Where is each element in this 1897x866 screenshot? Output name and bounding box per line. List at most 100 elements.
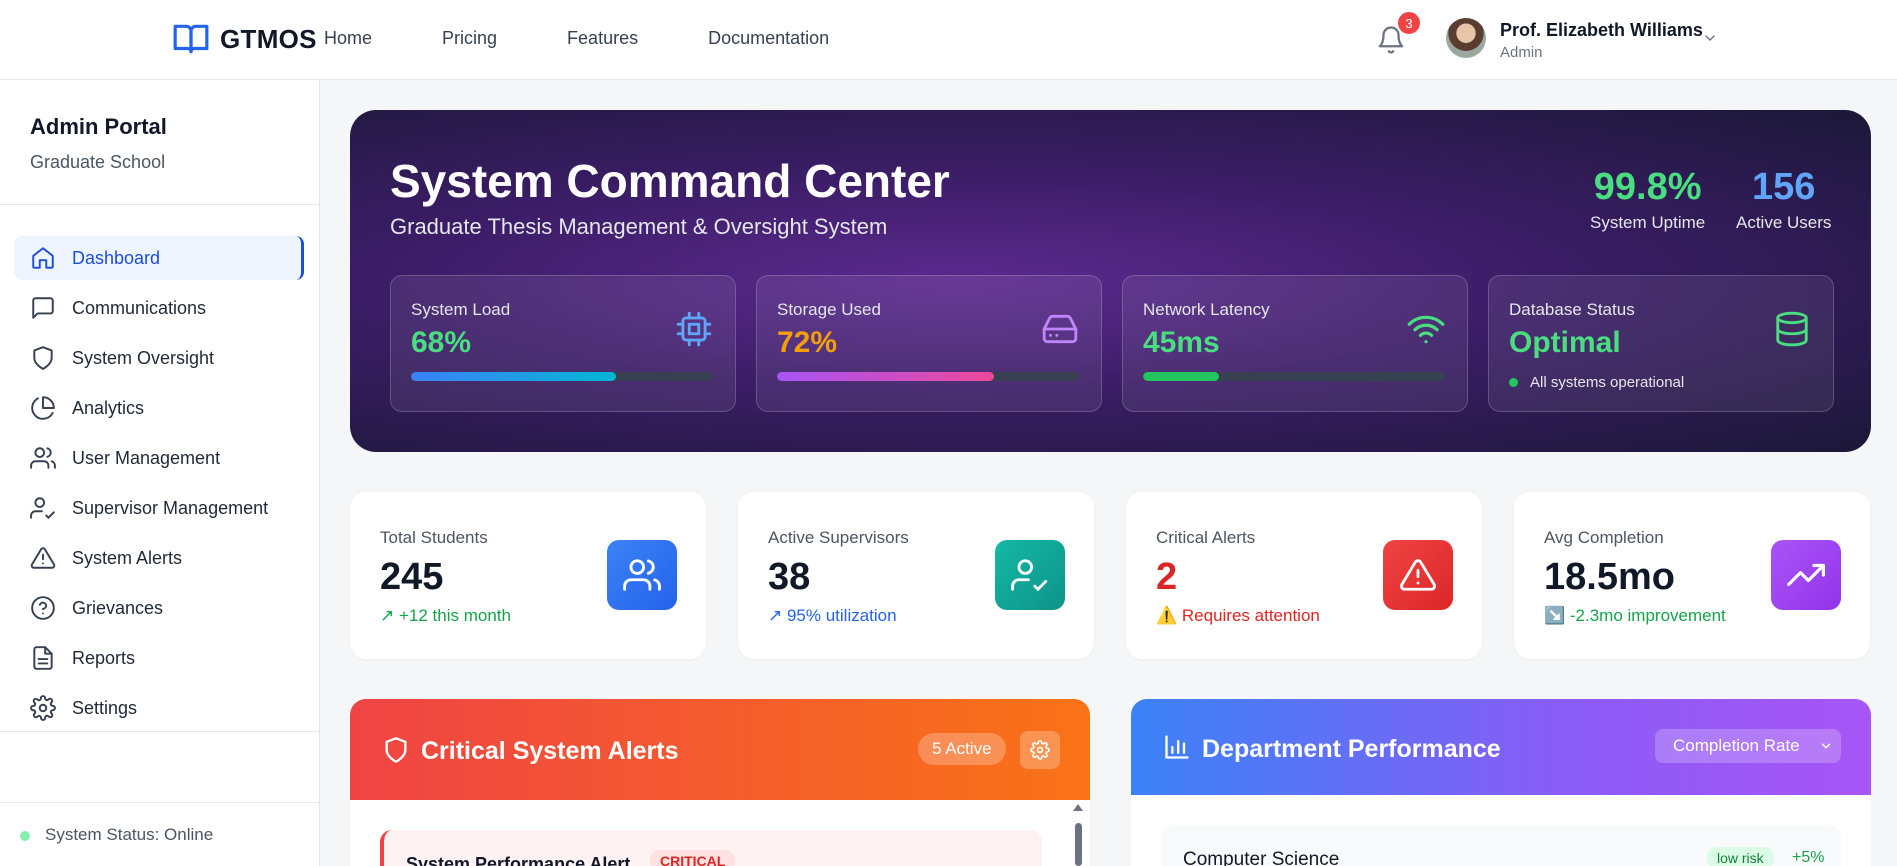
home-icon	[32, 247, 54, 269]
portal-subtitle: Graduate School	[30, 152, 166, 172]
department-name: Computer Science	[1183, 849, 1340, 866]
stat-icon-tile	[1383, 540, 1453, 610]
severity-badge: CRITICAL	[650, 850, 736, 866]
nav-link-documentation[interactable]: Documentation	[708, 28, 829, 49]
sidebar-nav: Dashboard Communications System Oversigh…	[14, 236, 304, 736]
shield-icon	[33, 346, 53, 370]
sidebar-item-label: Reports	[72, 647, 136, 668]
divider	[0, 204, 320, 205]
document-icon	[33, 646, 53, 670]
user-name[interactable]: Prof. Elizabeth Williams	[1500, 20, 1703, 41]
sidebar-item-grievances[interactable]: Grievances	[14, 586, 304, 630]
status-dot	[1509, 378, 1518, 387]
avatar[interactable]	[1446, 18, 1486, 58]
critical-alerts-panel: Critical System Alerts 5 Active System P…	[350, 699, 1090, 866]
stat-label: Critical Alerts	[1156, 528, 1256, 547]
user-role: Admin	[1500, 44, 1543, 61]
nav-link-pricing[interactable]: Pricing	[442, 28, 497, 49]
metric-database-status: Database Status Optimal All systems oper…	[1488, 275, 1834, 412]
scroll-up-arrow[interactable]	[1073, 804, 1083, 811]
active-count-badge: 5 Active	[918, 733, 1006, 765]
cpu-icon	[676, 311, 712, 347]
users-icon	[623, 559, 661, 591]
user-check-icon	[30, 497, 55, 520]
command-center-hero: System Command Center Graduate Thesis Ma…	[350, 110, 1871, 452]
stat-label: Total Students	[380, 528, 488, 547]
latency-fill	[1143, 372, 1219, 381]
sidebar-item-settings[interactable]: Settings	[14, 686, 304, 730]
help-circle-icon	[31, 596, 55, 620]
metric-storage-used: Storage Used 72%	[756, 275, 1102, 412]
sidebar-item-supervisor-management[interactable]: Supervisor Management	[14, 486, 304, 530]
sidebar: Admin Portal Graduate School Dashboard C…	[0, 80, 320, 866]
trending-up-icon	[1787, 563, 1825, 587]
stat-card-active-supervisors[interactable]: Active Supervisors 38 ↗ 95% utilization	[738, 492, 1094, 659]
stat-label: Avg Completion	[1544, 528, 1664, 547]
top-bar: GTMOS Home Pricing Features Documentatio…	[0, 0, 1897, 80]
stat-icon-tile	[1771, 540, 1841, 610]
chevron-down-icon[interactable]	[1702, 30, 1718, 46]
active-users-stat: 156 Active Users	[1736, 166, 1831, 233]
gear-icon	[1030, 740, 1050, 760]
status-indicator	[20, 831, 30, 841]
chevron-down-icon	[1821, 743, 1831, 749]
sidebar-item-reports[interactable]: Reports	[14, 636, 304, 680]
wifi-icon	[1407, 315, 1445, 344]
user-check-icon	[1011, 559, 1048, 592]
metric-value: 45ms	[1143, 326, 1220, 359]
alerts-title: Critical System Alerts	[421, 737, 679, 765]
stat-trend: ↘️ -2.3mo improvement	[1544, 606, 1726, 625]
brand-name: GTMOS	[220, 23, 317, 54]
page-title: System Command Center	[390, 155, 950, 207]
stat-trend: ↗ 95% utilization	[768, 606, 897, 625]
sidebar-item-label: Communications	[72, 297, 207, 318]
system-status: System Status: Online	[45, 825, 214, 844]
metric-value: 72%	[777, 326, 838, 359]
database-note-text: All systems operational	[1530, 374, 1685, 391]
stat-label: Active Supervisors	[768, 528, 909, 547]
database-note: All systems operational	[1509, 374, 1684, 391]
uptime-stat: 99.8% System Uptime	[1590, 166, 1705, 233]
department-row[interactable]: Computer Science low risk +5%	[1161, 825, 1841, 866]
storage-bar	[777, 372, 1079, 381]
stat-trend: ↗ +12 this month	[380, 606, 511, 625]
metric-label: Storage Used	[777, 300, 881, 319]
sidebar-item-user-management[interactable]: User Management	[14, 436, 304, 480]
top-nav: Home Pricing Features Documentation	[324, 28, 899, 49]
nav-link-features[interactable]: Features	[567, 28, 638, 49]
metric-network-latency: Network Latency 45ms	[1122, 275, 1468, 412]
sidebar-item-system-oversight[interactable]: System Oversight	[14, 336, 304, 380]
scrollbar-thumb[interactable]	[1075, 823, 1082, 866]
chat-icon	[32, 297, 54, 319]
metric-label: Database Status	[1509, 300, 1635, 319]
database-icon	[1776, 311, 1808, 347]
stat-value: 38	[768, 556, 811, 598]
active-users-value: 156	[1752, 166, 1816, 208]
system-load-bar	[411, 372, 713, 381]
storage-fill	[777, 372, 995, 381]
sidebar-item-label: System Oversight	[72, 347, 215, 368]
brand[interactable]: GTMOS	[172, 20, 317, 58]
sidebar-item-communications[interactable]: Communications	[14, 286, 304, 330]
nav-link-home[interactable]: Home	[324, 28, 372, 49]
divider	[0, 802, 320, 803]
system-load-fill	[411, 372, 617, 381]
stat-icon-tile	[995, 540, 1065, 610]
sidebar-item-analytics[interactable]: Analytics	[14, 386, 304, 430]
bar-chart-icon	[1165, 735, 1189, 759]
sidebar-item-dashboard[interactable]: Dashboard	[14, 236, 304, 280]
sidebar-item-label: Settings	[72, 697, 138, 718]
sidebar-item-label: User Management	[72, 447, 221, 468]
alerts-settings-button[interactable]	[1020, 731, 1060, 769]
stat-card-total-students[interactable]: Total Students 245 ↗ +12 this month	[350, 492, 706, 659]
divider	[0, 731, 320, 732]
sidebar-item-label: Analytics	[72, 397, 145, 418]
sidebar-item-system-alerts[interactable]: System Alerts	[14, 536, 304, 580]
metric-label: Network Latency	[1143, 300, 1270, 319]
metric-select[interactable]: Completion Rate	[1655, 729, 1841, 763]
alert-item[interactable]: System Performance Alert CRITICAL	[380, 830, 1042, 866]
sidebar-item-label: Grievances	[72, 597, 164, 618]
stat-card-avg-completion[interactable]: Avg Completion 18.5mo ↘️ -2.3mo improvem…	[1514, 492, 1870, 659]
portal-title: Admin Portal	[30, 114, 167, 139]
stat-card-critical-alerts[interactable]: Critical Alerts 2 ⚠️ Requires attention	[1126, 492, 1482, 659]
